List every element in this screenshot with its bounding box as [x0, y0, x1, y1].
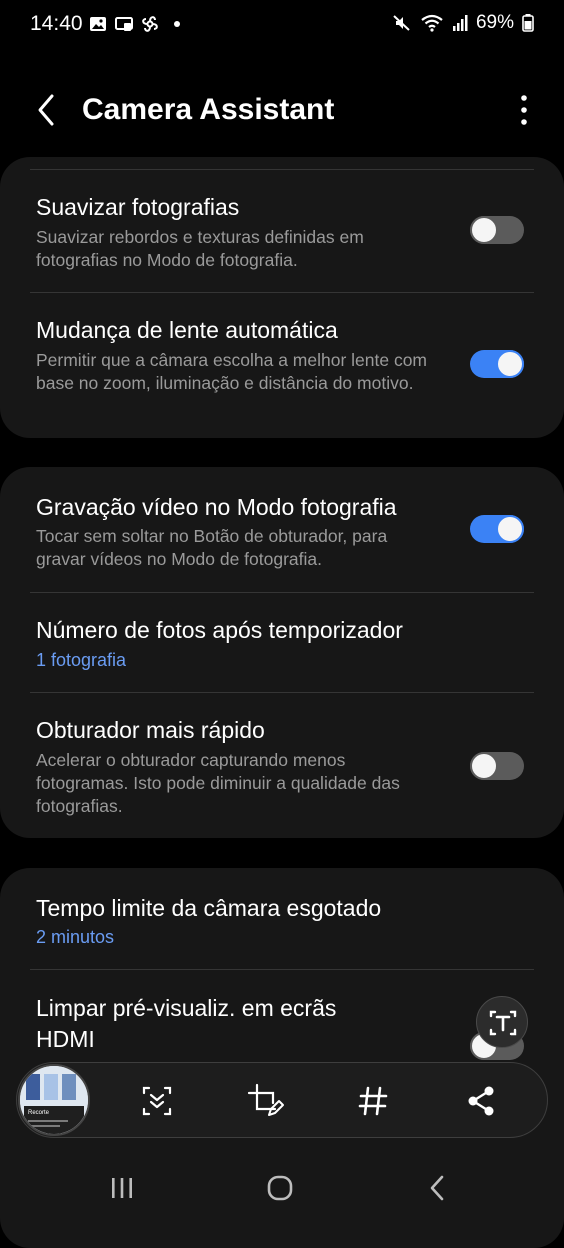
- screen-cast-icon: [115, 17, 133, 31]
- smooth-photos-toggle[interactable]: [470, 216, 524, 244]
- setting-row-camera-timeout[interactable]: Tempo limite da câmara esgotado 2 minuto…: [0, 868, 564, 970]
- setting-title: Gravação vídeo no Modo fotografia: [36, 494, 397, 520]
- page-title: Camera Assistant: [82, 93, 335, 126]
- toggle-knob: [496, 350, 524, 378]
- battery-percentage: 69%: [475, 12, 514, 33]
- navigation-bar: [0, 1150, 564, 1223]
- setting-row-smooth-photos[interactable]: Suavizar fotografias Suavizar rebordos e…: [0, 170, 564, 293]
- notification-dot: [174, 21, 180, 27]
- screenshot-toolbar: Recorte: [16, 1062, 548, 1138]
- setting-value: 1 fotografia: [36, 650, 127, 670]
- setting-title: Obturador mais rápido: [36, 717, 265, 743]
- app-bar: Camera Assistant: [0, 70, 564, 150]
- share-icon[interactable]: [461, 1081, 501, 1121]
- pinwheel-icon: [142, 16, 158, 32]
- back-icon[interactable]: [418, 1168, 458, 1208]
- crop-edit-icon[interactable]: [245, 1081, 285, 1121]
- faster-shutter-toggle[interactable]: [470, 752, 524, 780]
- setting-description: Permitir que a câmara escolha a melhor l…: [36, 350, 428, 393]
- more-options-icon[interactable]: [512, 90, 536, 130]
- signal-icon: [452, 15, 468, 31]
- setting-title-line1: Limpar pré-visualiz. em ecrãs: [36, 995, 337, 1021]
- setting-description: Tocar sem soltar no Botão de obturador, …: [36, 526, 388, 569]
- settings-card-1: Suavizar fotografias Suavizar rebordos e…: [0, 157, 564, 438]
- wifi-icon: [421, 14, 443, 32]
- status-bar: 14:40 69%: [0, 0, 564, 50]
- home-icon[interactable]: [260, 1168, 300, 1208]
- mute-icon: [393, 15, 410, 31]
- toggle-knob: [470, 752, 498, 780]
- setting-title: Número de fotos após temporizador: [36, 617, 403, 643]
- scroll-capture-icon[interactable]: [137, 1081, 177, 1121]
- text-extract-button[interactable]: [476, 996, 528, 1048]
- text-extract-icon: [489, 1010, 517, 1036]
- setting-value: 2 minutos: [36, 927, 115, 947]
- setting-description: Acelerar o obturador capturando menos fo…: [36, 750, 400, 816]
- status-time: 14:40: [30, 12, 83, 35]
- toggle-knob: [470, 216, 498, 244]
- setting-title: Tempo limite da câmara esgotado: [36, 895, 382, 921]
- setting-title: Suavizar fotografias: [36, 194, 240, 220]
- setting-description: Suavizar rebordos e texturas definidas e…: [36, 227, 364, 270]
- video-in-photo-mode-toggle[interactable]: [470, 515, 524, 543]
- screenshot-thumbnail[interactable]: Recorte: [18, 1064, 90, 1136]
- setting-title: Mudança de lente automática: [36, 317, 338, 343]
- thumbnail-label: Recorte: [28, 1110, 50, 1116]
- setting-row-auto-lens-switch[interactable]: Mudança de lente automática Permitir que…: [0, 293, 564, 438]
- auto-lens-switch-toggle[interactable]: [470, 350, 524, 378]
- setting-row-video-in-photo-mode[interactable]: Gravação vídeo no Modo fotografia Tocar …: [0, 467, 564, 592]
- battery-icon: [522, 14, 534, 32]
- back-arrow-icon[interactable]: [26, 88, 66, 132]
- toggle-knob: [496, 515, 524, 543]
- gallery-icon: [90, 17, 106, 31]
- setting-row-faster-shutter[interactable]: Obturador mais rápido Acelerar o obturad…: [0, 693, 564, 838]
- hashtag-icon[interactable]: [353, 1081, 393, 1121]
- settings-card-2: Gravação vídeo no Modo fotografia Tocar …: [0, 467, 564, 838]
- setting-row-photos-after-timer[interactable]: Número de fotos após temporizador 1 foto…: [0, 593, 564, 693]
- setting-title-line2: HDMI: [36, 1026, 95, 1052]
- recents-icon[interactable]: [102, 1168, 142, 1208]
